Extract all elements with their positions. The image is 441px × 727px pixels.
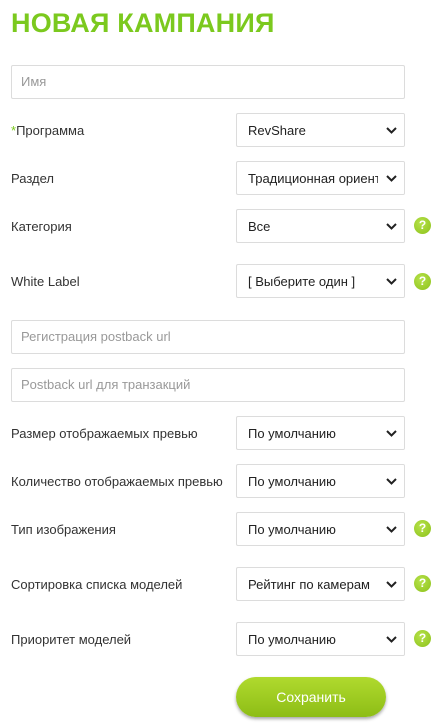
chevron-down-icon xyxy=(378,265,404,297)
image-type-select-value: По умолчанию xyxy=(248,521,336,537)
white-label-select[interactable]: [ Выберите один ] xyxy=(236,264,405,298)
section-label: Раздел xyxy=(11,171,54,186)
program-label-text: Программа xyxy=(16,123,85,138)
image-type-select[interactable]: По умолчанию xyxy=(236,512,405,546)
white-label-select-value: [ Выберите один ] xyxy=(248,273,356,289)
chevron-down-icon xyxy=(378,623,404,655)
model-priority-select[interactable]: По умолчанию xyxy=(236,622,405,656)
section-select[interactable]: Традиционная ориентация xyxy=(236,161,405,195)
model-priority-select-value: По умолчанию xyxy=(248,631,336,647)
model-sort-select[interactable]: Рейтинг по камерам xyxy=(236,567,405,601)
program-select-value: RevShare xyxy=(248,122,306,138)
program-label: *Программа xyxy=(11,123,84,138)
white-label-label: White Label xyxy=(11,274,80,289)
help-icon[interactable]: ? xyxy=(414,217,431,234)
transaction-postback-input[interactable]: Postback url для транзакций xyxy=(11,368,405,402)
page-title: НОВАЯ КАМПАНИЯ xyxy=(11,8,275,38)
image-type-label: Тип изображения xyxy=(11,522,116,537)
category-select-value: Все xyxy=(248,218,271,234)
help-icon[interactable]: ? xyxy=(414,575,431,592)
category-label: Категория xyxy=(11,219,72,234)
chevron-down-icon xyxy=(378,568,404,600)
category-select[interactable]: Все xyxy=(236,209,405,243)
model-sort-select-value: Рейтинг по камерам xyxy=(248,576,370,592)
chevron-down-icon xyxy=(378,465,404,497)
preview-size-select[interactable]: По умолчанию xyxy=(236,416,405,450)
preview-size-select-value: По умолчанию xyxy=(248,425,336,441)
program-select[interactable]: RevShare xyxy=(236,113,405,147)
chevron-down-icon xyxy=(378,210,404,242)
model-priority-label: Приоритет моделей xyxy=(11,632,132,647)
chevron-down-icon xyxy=(378,417,404,449)
name-input[interactable]: Имя xyxy=(11,65,405,99)
chevron-down-icon xyxy=(378,114,404,146)
chevron-down-icon xyxy=(378,162,404,194)
preview-size-label: Размер отображаемых превью xyxy=(11,426,198,441)
model-sort-label: Сортировка списка моделей xyxy=(11,577,183,592)
section-select-value: Традиционная ориентация xyxy=(248,170,378,186)
help-icon[interactable]: ? xyxy=(414,273,431,290)
help-icon[interactable]: ? xyxy=(414,630,431,647)
preview-count-label: Количество отображаемых превью xyxy=(11,474,223,489)
preview-count-select-value: По умолчанию xyxy=(248,473,336,489)
chevron-down-icon xyxy=(378,513,404,545)
help-icon[interactable]: ? xyxy=(414,520,431,537)
preview-count-select[interactable]: По умолчанию xyxy=(236,464,405,498)
registration-postback-input[interactable]: Регистрация postback url xyxy=(11,320,405,354)
save-button[interactable]: Сохранить xyxy=(236,677,386,717)
